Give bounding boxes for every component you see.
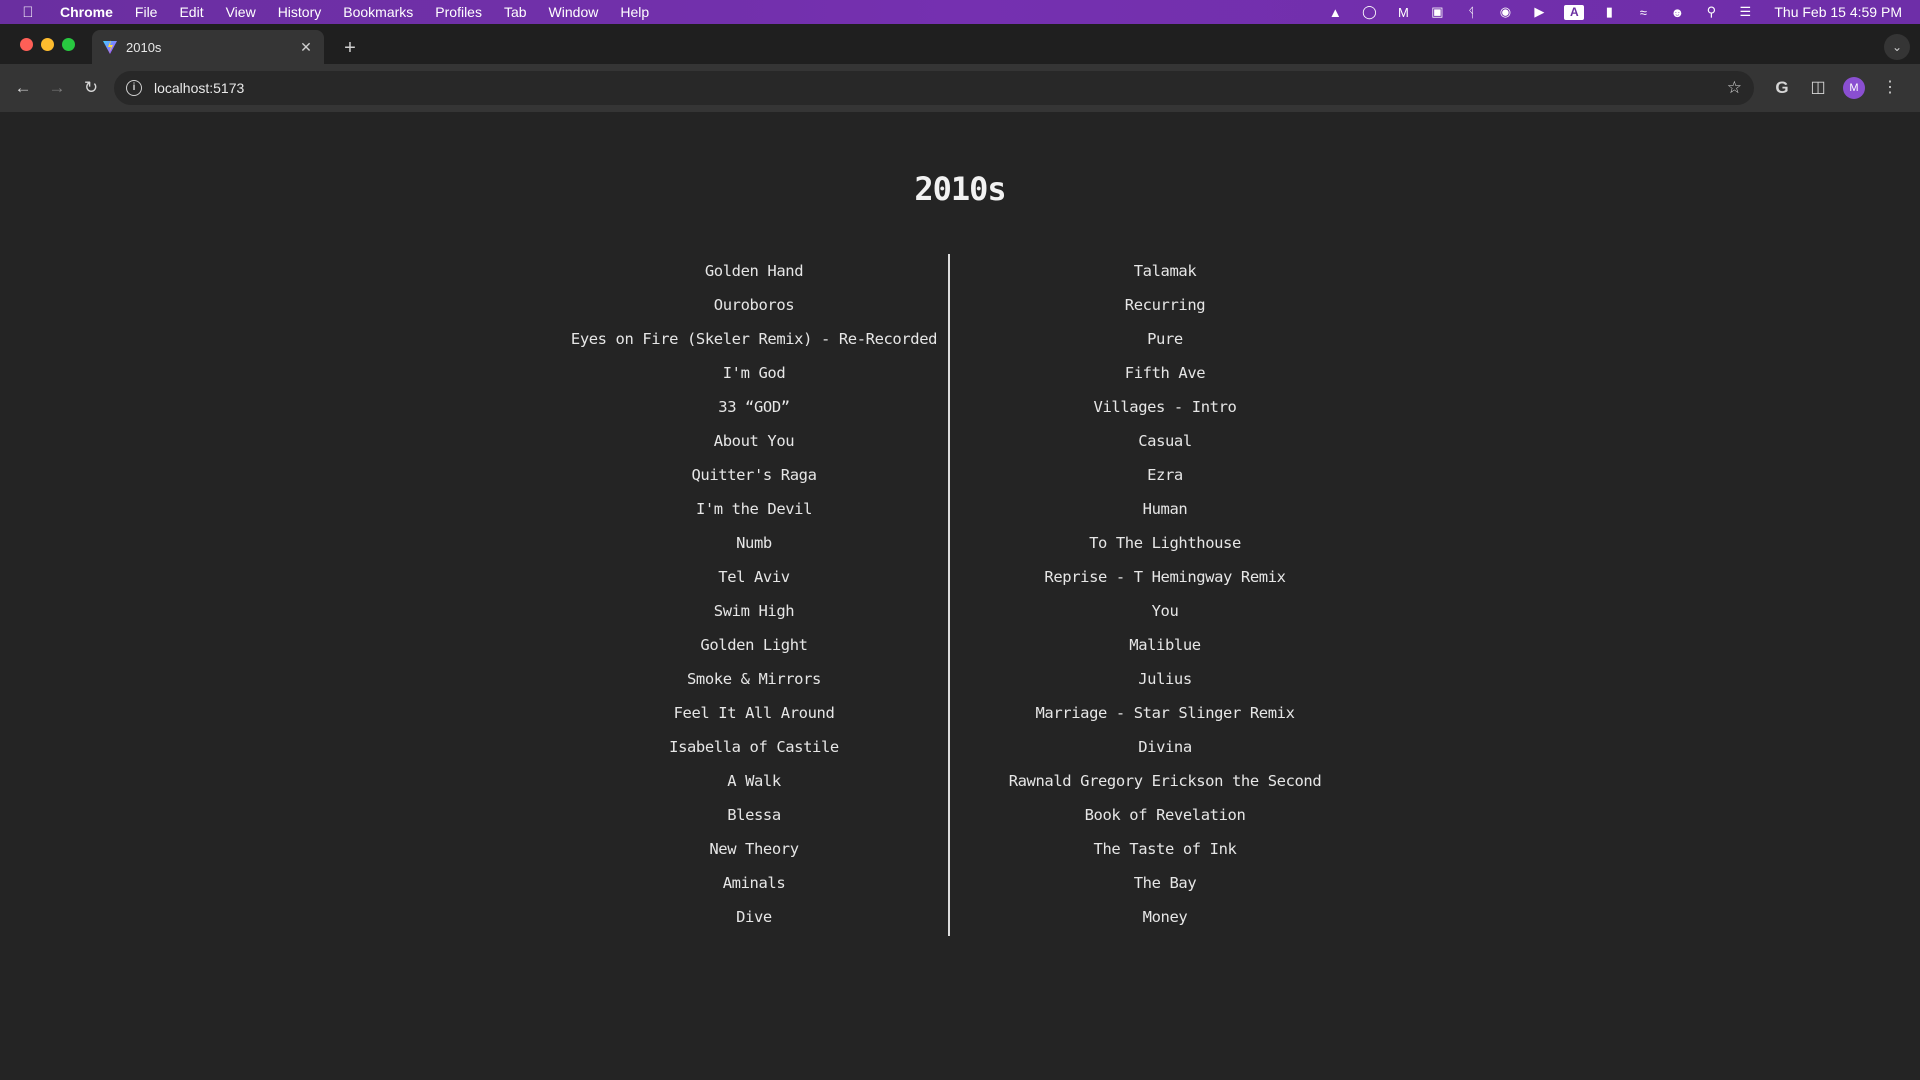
malwarebytes-icon[interactable]: M xyxy=(1394,4,1412,20)
song-columns: Golden Hand Ouroboros Eyes on Fire (Skeler… xyxy=(0,254,1920,936)
song-item: Aminals xyxy=(722,874,786,892)
song-item: Dive xyxy=(736,908,772,926)
song-item: Marriage - Star Slinger Remix xyxy=(1035,704,1295,722)
song-item: Feel It All Around xyxy=(673,704,835,722)
song-item: The Bay xyxy=(1133,874,1197,892)
song-item: New Theory xyxy=(709,840,799,858)
wifi-icon[interactable]: ≈ xyxy=(1634,4,1652,20)
song-item: Ouroboros xyxy=(713,296,795,314)
tab-title: 2010s xyxy=(126,39,162,55)
page-content: 2010s Golden Hand Ouroboros Eyes on Fire (… xyxy=(0,112,1920,1080)
menu-bookmarks[interactable]: Bookmarks xyxy=(332,0,424,24)
song-item: About You xyxy=(713,432,795,450)
close-window-button[interactable] xyxy=(20,38,33,51)
menu-view[interactable]: View xyxy=(215,0,267,24)
menu-file[interactable]: File xyxy=(124,0,169,24)
song-item: Eyes on Fire (Skeler Remix) - Re-Recorde… xyxy=(570,330,938,348)
user-account-icon[interactable]: ☻ xyxy=(1668,4,1686,20)
bluetooth-icon[interactable]: ᛩ xyxy=(1462,4,1480,20)
browser-toolbar: ← → ↻ i localhost:5173 ☆ G ◫ M ⋮ xyxy=(0,64,1920,112)
song-item: Swim High xyxy=(713,602,795,620)
song-item: Human xyxy=(1142,500,1188,518)
menu-history[interactable]: History xyxy=(267,0,333,24)
close-tab-icon[interactable]: ✕ xyxy=(298,39,314,55)
menu-bar-status-area: ▲ ◯ M ▣ ᛩ ◉ ▶ A ▮ ≈ ☻ ⚲ ☰ Thu Feb 15 4:5… xyxy=(1318,0,1920,24)
song-item: Casual xyxy=(1138,432,1192,450)
song-item: Numb xyxy=(736,534,772,552)
song-item: Pure xyxy=(1147,330,1183,348)
macos-menu-bar:  Chrome File Edit View History Bookmark… xyxy=(0,0,1920,24)
apple-logo-icon[interactable]:  xyxy=(18,4,38,21)
control-center-icon[interactable]: ☰ xyxy=(1736,4,1754,20)
battery-icon[interactable]: ▮ xyxy=(1600,4,1618,20)
address-bar[interactable]: i localhost:5173 ☆ xyxy=(114,71,1754,105)
forward-arrow-icon[interactable]: → xyxy=(40,71,74,105)
menu-app-name[interactable]: Chrome xyxy=(52,0,124,24)
song-item: Smoke & Mirrors xyxy=(687,670,821,688)
browser-tab-strip: 2010s ✕ + ⌄ xyxy=(0,24,1920,64)
side-panel-icon[interactable]: ◫ xyxy=(1800,71,1836,105)
song-item: Rawnald Gregory Erickson the Second xyxy=(1008,772,1322,790)
fullscreen-window-button[interactable] xyxy=(62,38,75,51)
menu-tab[interactable]: Tab xyxy=(493,0,538,24)
song-item: Quitter's Raga xyxy=(691,466,817,484)
address-bar-url[interactable]: localhost:5173 xyxy=(154,80,1727,96)
back-arrow-icon[interactable]: ← xyxy=(6,71,40,105)
song-item: Book of Revelation xyxy=(1084,806,1246,824)
google-extension-icon[interactable]: G xyxy=(1764,71,1800,105)
song-item: A Walk xyxy=(727,772,781,790)
song-item: Julius xyxy=(1138,670,1192,688)
song-item: Talamak xyxy=(1133,262,1197,280)
menu-bar-clock[interactable]: Thu Feb 15 4:59 PM xyxy=(1774,4,1902,20)
input-source-icon[interactable]: A xyxy=(1564,4,1585,20)
song-item: The Taste of Ink xyxy=(1093,840,1237,858)
song-item: Divina xyxy=(1138,738,1192,756)
right-song-list: Talamak Recurring Pure Fifth Ave Villages - … xyxy=(950,254,1380,934)
song-item: Golden Hand xyxy=(704,262,804,280)
song-item: Blessa xyxy=(727,806,781,824)
minimize-window-button[interactable] xyxy=(41,38,54,51)
airdrop-icon[interactable]: ◉ xyxy=(1496,4,1514,20)
song-item: Isabella of Castile xyxy=(669,738,839,756)
tab-search-icon[interactable]: ⌄ xyxy=(1884,34,1910,60)
play-icon[interactable]: ▶ xyxy=(1530,4,1548,20)
song-item: 33 “GOD” xyxy=(718,398,790,416)
song-item: Maliblue xyxy=(1129,636,1201,654)
window-controls xyxy=(20,38,75,51)
menu-profiles[interactable]: Profiles xyxy=(424,0,493,24)
song-item: I'm God xyxy=(722,364,786,382)
profile-avatar[interactable]: M xyxy=(1843,77,1865,99)
menu-help[interactable]: Help xyxy=(609,0,660,24)
spotlight-search-icon[interactable]: ⚲ xyxy=(1702,4,1720,20)
song-item: Money xyxy=(1142,908,1188,926)
song-item: You xyxy=(1151,602,1179,620)
song-item: Reprise - T Hemingway Remix xyxy=(1044,568,1286,586)
page-title: 2010s xyxy=(914,170,1006,208)
active-tab[interactable]: 2010s ✕ xyxy=(92,30,324,64)
song-item: Villages - Intro xyxy=(1093,398,1237,416)
site-info-icon[interactable]: i xyxy=(126,80,142,96)
cone-icon[interactable]: ▲ xyxy=(1326,4,1344,20)
song-item: To The Lighthouse xyxy=(1089,534,1241,552)
vite-favicon-icon xyxy=(103,40,117,54)
song-item: Ezra xyxy=(1147,466,1183,484)
menu-window[interactable]: Window xyxy=(538,0,610,24)
song-item: I'm the Devil xyxy=(695,500,813,518)
display-icon[interactable]: ▣ xyxy=(1428,4,1446,20)
song-item: Fifth Ave xyxy=(1124,364,1206,382)
chrome-menu-icon[interactable]: ⋮ xyxy=(1872,71,1908,105)
bookmark-star-icon[interactable]: ☆ xyxy=(1727,78,1742,98)
song-item: Tel Aviv xyxy=(718,568,790,586)
creative-cloud-icon[interactable]: ◯ xyxy=(1360,4,1378,20)
new-tab-button[interactable]: + xyxy=(336,34,364,62)
left-song-list: Golden Hand Ouroboros Eyes on Fire (Skeler… xyxy=(540,254,968,934)
song-item: Recurring xyxy=(1124,296,1206,314)
menu-bar-left:  Chrome File Edit View History Bookmark… xyxy=(0,0,660,24)
reload-icon[interactable]: ↻ xyxy=(74,71,108,105)
song-item: Golden Light xyxy=(700,636,808,654)
menu-edit[interactable]: Edit xyxy=(168,0,214,24)
